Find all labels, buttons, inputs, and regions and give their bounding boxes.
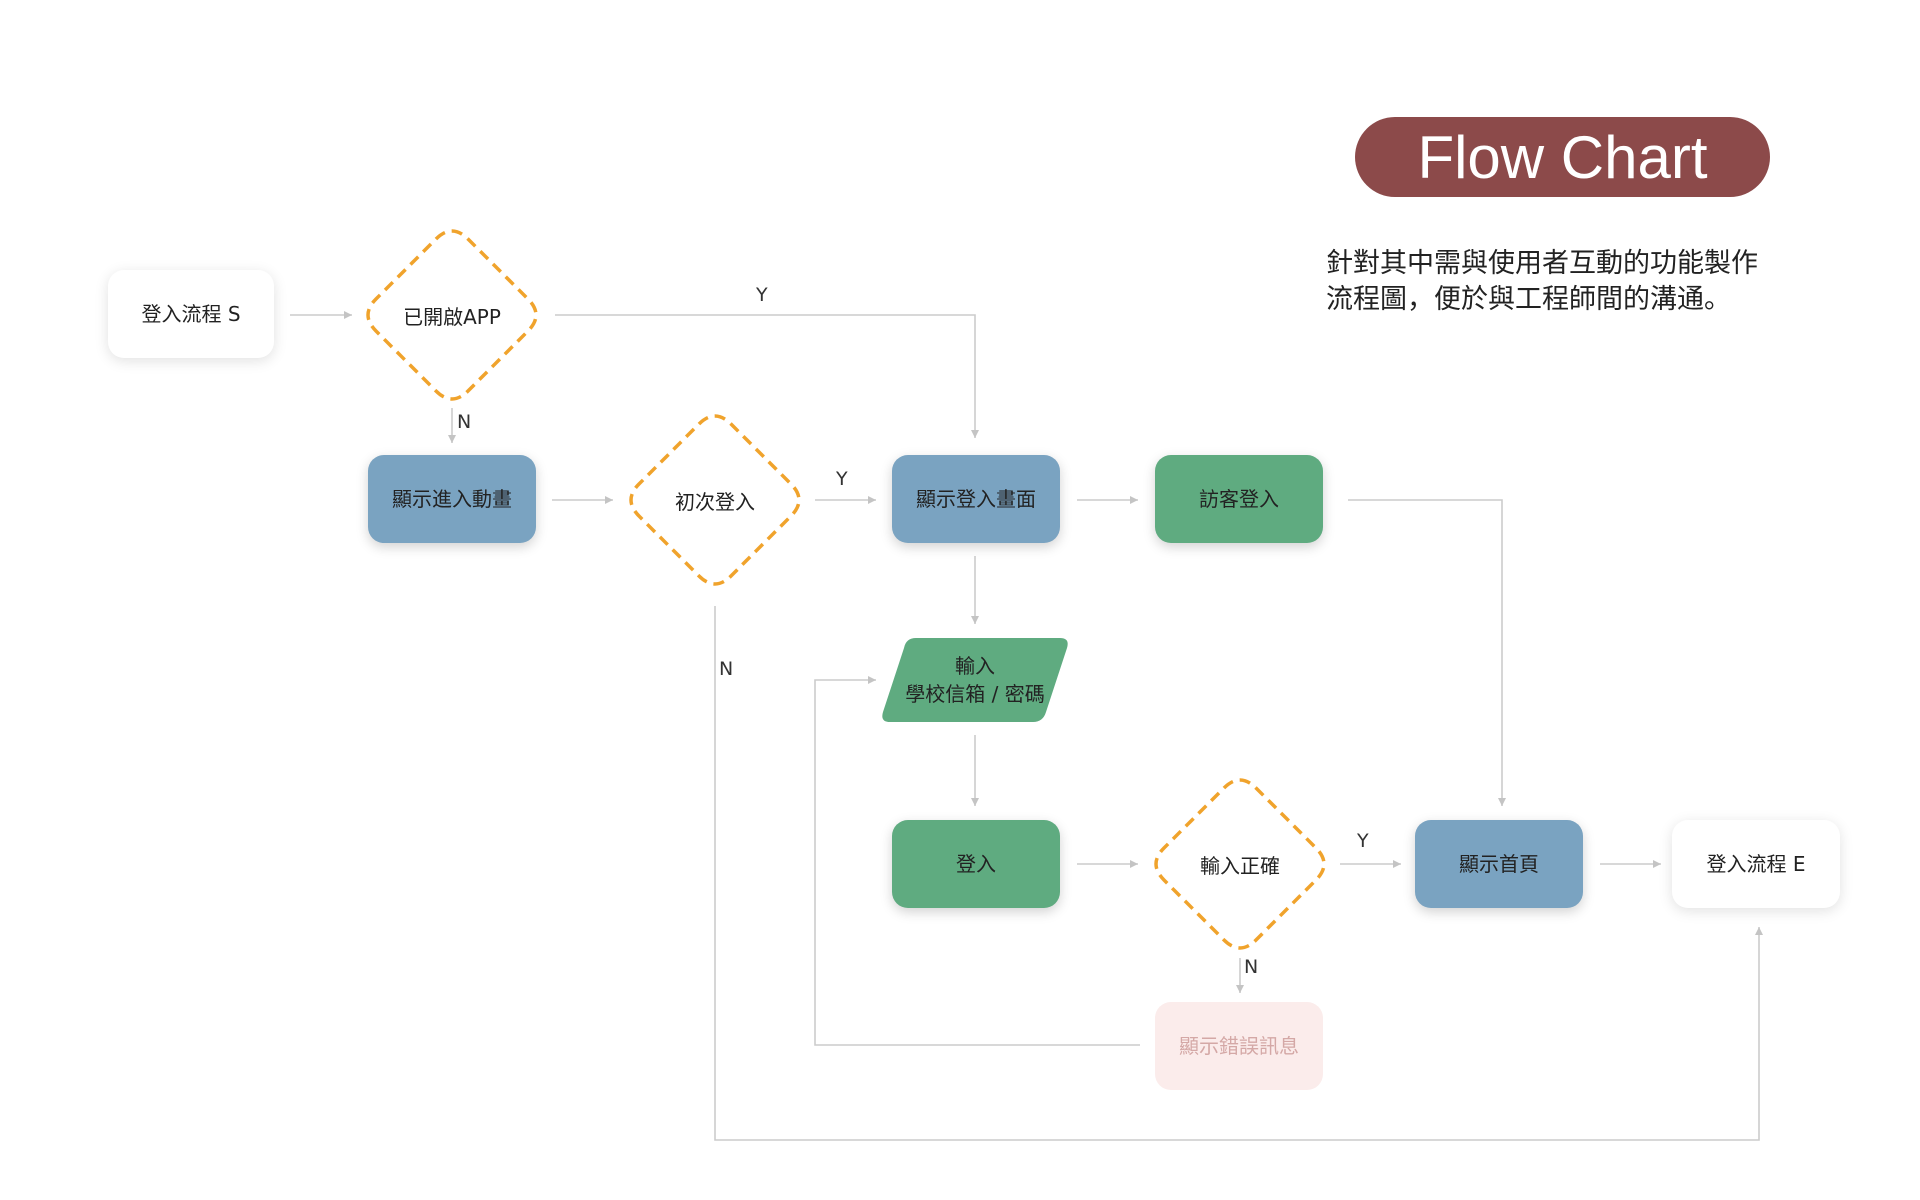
input-credentials-node: 輸入 學校信箱 / 密碼 (880, 638, 1070, 722)
page-title: Flow Chart (1355, 117, 1770, 197)
first-login-label: 初次登入 (675, 489, 755, 514)
guest-login-node: 訪客登入 (1155, 455, 1323, 543)
show-error-message-node: 顯示錯誤訊息 (1155, 1002, 1323, 1090)
first-login-decision: 初次登入 (625, 410, 805, 590)
edge-label-first-yes: Y (836, 468, 848, 490)
input-credentials-label: 輸入 學校信箱 / 密碼 (880, 638, 1070, 722)
edge-label-app-no: N (457, 411, 472, 433)
end-node: 登入流程 E (1672, 820, 1840, 908)
input-label-line-1: 輸入 (955, 654, 995, 678)
show-login-screen-node: 顯示登入畫面 (892, 455, 1060, 543)
edge-label-correct-no: N (1244, 956, 1259, 978)
edge-label-app-yes: Y (756, 284, 768, 306)
input-correct-decision: 輸入正確 (1150, 774, 1330, 954)
login-node: 登入 (892, 820, 1060, 908)
show-intro-animation-node: 顯示進入動畫 (368, 455, 536, 543)
edge-label-correct-yes: Y (1357, 830, 1369, 852)
start-node: 登入流程 S (108, 270, 274, 358)
description: 針對其中需與使用者互動的功能製作 流程圖，便於與工程師間的溝通。 (1326, 246, 1806, 318)
edge-label-first-no: N (719, 658, 734, 680)
description-line: 針對其中需與使用者互動的功能製作 (1326, 248, 1758, 279)
input-correct-label: 輸入正確 (1200, 853, 1280, 878)
app-opened-label: 已開啟APP (403, 304, 501, 329)
show-home-node: 顯示首頁 (1415, 820, 1583, 908)
input-label-line-2: 學校信箱 / 密碼 (905, 682, 1045, 706)
edge-guest-to-home (1348, 499, 1506, 806)
description-line: 流程圖，便於與工程師間的溝通。 (1326, 284, 1731, 315)
app-opened-decision: 已開啟APP (362, 225, 542, 405)
